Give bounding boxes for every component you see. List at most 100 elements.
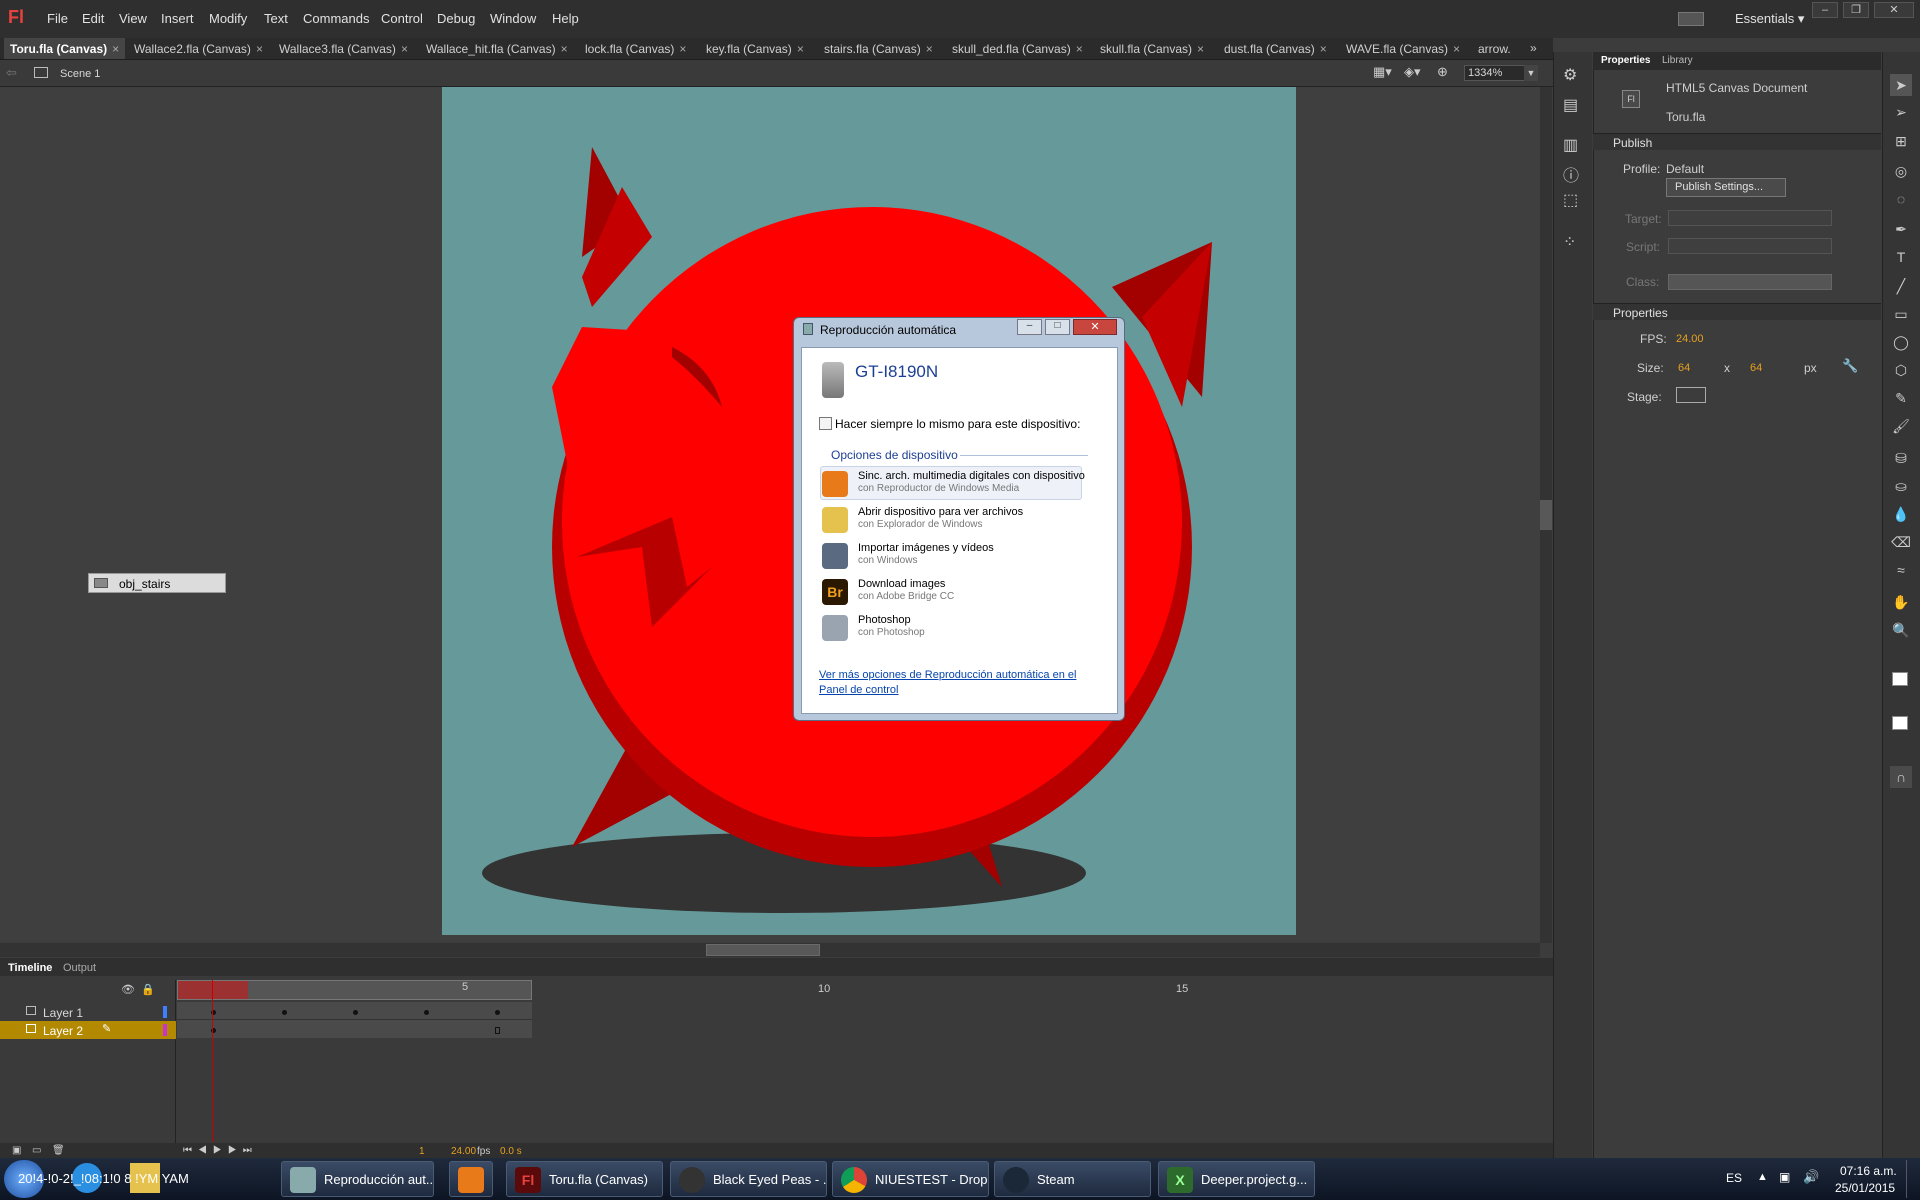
close-icon[interactable]: × <box>112 42 119 56</box>
scene-name[interactable]: Scene 1 <box>60 68 100 80</box>
vertical-scroll-thumb[interactable] <box>1540 500 1552 530</box>
close-icon[interactable]: × <box>1453 42 1460 56</box>
close-icon[interactable]: × <box>1320 42 1327 56</box>
more-tabs-icon[interactable]: » <box>1530 41 1537 55</box>
swatches-icon[interactable]: ⁘ <box>1563 232 1576 252</box>
close-icon[interactable]: × <box>926 42 933 56</box>
taskbar-media-player[interactable] <box>449 1161 493 1197</box>
taskbar-flash[interactable]: Fl Toru.fla (Canvas) <box>506 1161 663 1197</box>
keyframe[interactable] <box>495 1010 500 1015</box>
info-icon[interactable]: ⓘ <box>1563 162 1579 186</box>
tab-library[interactable]: Library <box>1662 55 1693 66</box>
stage-color-swatch[interactable] <box>1676 387 1706 403</box>
tab-dust[interactable]: dust.fla (Canvas) × <box>1218 38 1333 59</box>
free-transform-tool-icon[interactable]: ⊞ <box>1890 130 1912 152</box>
eraser-tool-icon[interactable]: ⌫ <box>1890 531 1912 553</box>
center-stage-icon[interactable]: ⊕ <box>1437 64 1448 80</box>
class-field[interactable] <box>1668 274 1832 290</box>
keyframe[interactable] <box>424 1010 429 1015</box>
delete-icon[interactable]: 🗑 <box>52 1145 65 1156</box>
close-icon[interactable]: × <box>797 42 804 56</box>
close-icon[interactable]: × <box>679 42 686 56</box>
playhead[interactable] <box>212 980 213 1142</box>
menu-control[interactable]: Control <box>381 11 423 26</box>
option-photoshop[interactable]: Photoshop con Photoshop <box>822 613 1082 647</box>
layer-color-swatch[interactable] <box>163 1006 167 1018</box>
eye-icon[interactable]: 👁 <box>121 983 135 996</box>
width-value[interactable]: 64 <box>1678 362 1690 374</box>
tab-wallace-hit[interactable]: Wallace_hit.fla (Canvas) × <box>420 38 574 59</box>
transform-icon[interactable]: ▥ <box>1563 135 1578 155</box>
script-dropdown[interactable] <box>1668 238 1832 254</box>
tab-timeline[interactable]: Timeline <box>8 962 52 974</box>
taskbar-steam[interactable]: Steam <box>994 1161 1151 1197</box>
option-sync-media[interactable]: Sinc. arch. multimedia digitales con dis… <box>822 469 1085 503</box>
taskbar-music[interactable]: Black Eyed Peas - ... <box>670 1161 827 1197</box>
minimize-button[interactable]: – <box>1812 2 1838 18</box>
zoom-tool-icon[interactable]: 🔍 <box>1890 619 1912 641</box>
horizontal-scroll-thumb[interactable] <box>706 944 820 956</box>
menu-text[interactable]: Text <box>264 11 288 26</box>
option-download-images[interactable]: Br Download images con Adobe Bridge CC <box>822 577 1082 611</box>
dialog-minimize-button[interactable]: – <box>1017 319 1042 335</box>
snap-magnet-icon[interactable]: ∩ <box>1890 766 1912 788</box>
publish-settings-button[interactable]: Publish Settings... <box>1666 178 1786 197</box>
hand-tool-icon[interactable]: ✋ <box>1890 591 1912 613</box>
close-icon[interactable]: × <box>1197 42 1204 56</box>
close-button[interactable]: ✕ <box>1874 2 1914 18</box>
frame-icon[interactable]: ⬚ <box>1563 190 1578 210</box>
paint-bucket-tool-icon[interactable]: ⛁ <box>1890 447 1912 469</box>
dialog-maximize-button[interactable]: □ <box>1045 319 1070 335</box>
publish-section[interactable]: Publish <box>1593 133 1881 150</box>
playback-controls[interactable]: ⏮◀▶▶⏭ <box>183 1145 258 1156</box>
eyedropper-tool-icon[interactable]: 💧 <box>1890 503 1912 525</box>
sync-settings-icon[interactable] <box>1678 12 1704 26</box>
fps-value[interactable]: 24.00 <box>1676 333 1704 345</box>
tab-arrow[interactable]: arrow. <box>1472 38 1517 59</box>
clock-date[interactable]: 25/01/2015 <box>1835 1181 1895 1195</box>
lasso-tool-icon[interactable]: ◌ <box>1890 188 1912 210</box>
tab-skull[interactable]: skull.fla (Canvas) × <box>1094 38 1210 59</box>
tab-key[interactable]: key.fla (Canvas) × <box>700 38 810 59</box>
line-tool-icon[interactable]: ╱ <box>1890 275 1912 297</box>
always-do-label[interactable]: Hacer siempre lo mismo para este disposi… <box>835 417 1080 431</box>
align-icon[interactable]: ▤ <box>1563 95 1578 115</box>
layer-color-swatch[interactable] <box>163 1024 167 1036</box>
tab-toru[interactable]: Toru.fla (Canvas) × <box>4 38 126 59</box>
tab-stairs[interactable]: stairs.fla (Canvas) × <box>818 38 939 59</box>
close-icon[interactable]: × <box>561 42 568 56</box>
control-panel-link[interactable]: Ver más opciones de Reproducción automát… <box>819 668 1103 698</box>
playhead-range[interactable] <box>178 981 248 999</box>
menu-help[interactable]: Help <box>552 11 579 26</box>
elapsed-time[interactable]: 0.0 s <box>500 1146 522 1157</box>
language-indicator[interactable]: ES <box>1726 1171 1742 1185</box>
close-icon[interactable]: × <box>1076 42 1083 56</box>
menu-modify[interactable]: Modify <box>209 11 247 26</box>
stroke-color-swatch[interactable] <box>1892 672 1908 686</box>
option-import-images[interactable]: Importar imágenes y vídeos con Windows <box>822 541 1082 575</box>
taskbar-deeper[interactable]: X Deeper.project.g... <box>1158 1161 1315 1197</box>
tray-expand-icon[interactable]: ▲ <box>1757 1171 1768 1183</box>
motion-editor-icon[interactable]: ⚙ <box>1563 65 1577 85</box>
edit-symbols-icon[interactable]: ◈▾ <box>1404 64 1421 80</box>
brush-tool-icon[interactable]: 🖌 <box>1890 415 1912 437</box>
tab-wallace3[interactable]: Wallace3.fla (Canvas) × <box>273 38 414 59</box>
menu-debug[interactable]: Debug <box>437 11 475 26</box>
taskbar-chrome[interactable]: NIUESTEST - Drop... <box>832 1161 989 1197</box>
wrench-icon[interactable]: 🔧 <box>1842 358 1858 374</box>
target-dropdown[interactable] <box>1668 210 1832 226</box>
menu-window[interactable]: Window <box>490 11 536 26</box>
clock-time[interactable]: 07:16 a.m. <box>1840 1164 1897 1178</box>
text-tool-icon[interactable]: T <box>1890 246 1912 268</box>
pencil-tool-icon[interactable]: ✎ <box>1890 387 1912 409</box>
always-do-checkbox[interactable] <box>819 417 832 430</box>
close-icon[interactable]: × <box>256 42 263 56</box>
tab-lock[interactable]: lock.fla (Canvas) × <box>579 38 692 59</box>
workspace-switcher[interactable]: Essentials ▾ <box>1735 11 1804 27</box>
tab-output[interactable]: Output <box>63 962 96 974</box>
selection-tool-icon[interactable]: ➤ <box>1890 74 1912 96</box>
subselection-tool-icon[interactable]: ➢ <box>1890 101 1912 123</box>
zoom-field[interactable]: 1334% <box>1464 65 1530 81</box>
menu-edit[interactable]: Edit <box>82 11 104 26</box>
properties-section[interactable]: Properties <box>1593 303 1881 320</box>
